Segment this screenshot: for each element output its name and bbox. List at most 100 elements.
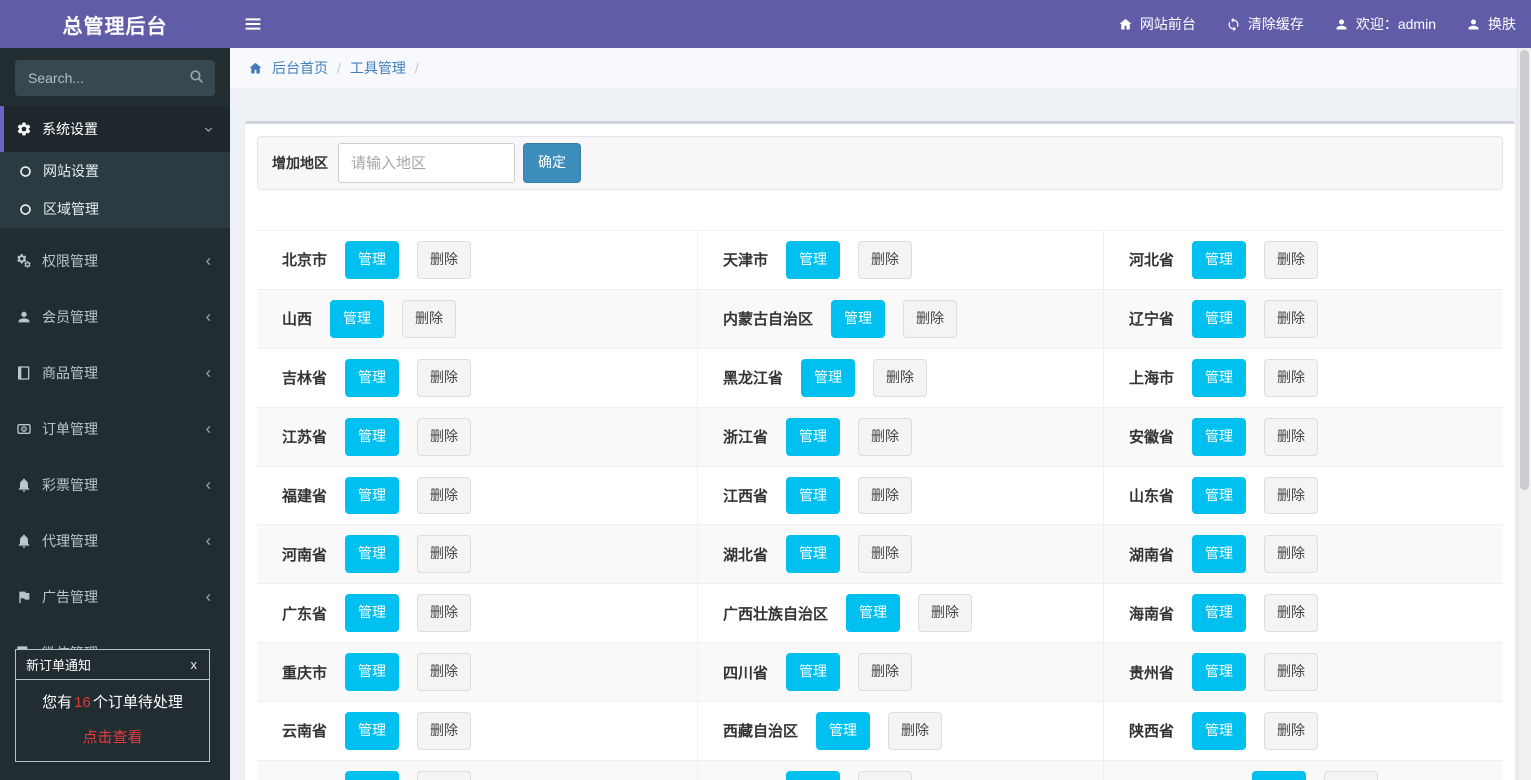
manage-button[interactable]: 管理 xyxy=(345,358,400,397)
delete-button[interactable]: 删除 xyxy=(417,535,472,574)
manage-button[interactable]: 管理 xyxy=(345,712,400,750)
delete-button[interactable]: 删除 xyxy=(417,417,472,456)
confirm-button[interactable]: 确定 xyxy=(523,143,581,183)
manage-button[interactable]: 管理 xyxy=(1192,417,1247,456)
scrollbar-thumb[interactable] xyxy=(1520,50,1529,490)
delete-button[interactable]: 删除 xyxy=(1264,594,1319,633)
submenu-item[interactable]: 区域管理 xyxy=(0,190,230,228)
manage-button[interactable]: 管理 xyxy=(345,653,400,691)
delete-button[interactable]: 删除 xyxy=(1264,241,1319,279)
sidebar-item-0[interactable]: 系统设置 xyxy=(0,106,230,152)
region-cell: 青海省管理删除 xyxy=(697,760,1103,780)
circle-o-icon xyxy=(18,202,33,217)
manage-button[interactable]: 管理 xyxy=(801,358,856,397)
page-scrollbar[interactable] xyxy=(1517,48,1531,780)
delete-button[interactable]: 删除 xyxy=(903,299,958,338)
sidebar-item-5[interactable]: 彩票管理 xyxy=(0,462,230,508)
manage-button[interactable]: 管理 xyxy=(816,712,871,750)
manage-button[interactable]: 管理 xyxy=(345,417,400,456)
navbar-item-0[interactable]: 网站前台 xyxy=(1103,0,1211,48)
manage-button[interactable]: 管理 xyxy=(1192,241,1247,279)
navbar-item-3[interactable]: 换肤 xyxy=(1451,0,1531,48)
notification-close-button[interactable]: x xyxy=(189,657,200,672)
delete-button[interactable]: 删除 xyxy=(858,476,913,515)
manage-button[interactable]: 管理 xyxy=(1192,535,1247,574)
manage-button[interactable]: 管理 xyxy=(1192,358,1247,397)
delete-button[interactable]: 删除 xyxy=(417,712,472,750)
delete-button[interactable]: 删除 xyxy=(1264,299,1319,338)
refresh-icon xyxy=(1226,17,1241,32)
manage-button[interactable]: 管理 xyxy=(1252,770,1307,780)
delete-button[interactable]: 删除 xyxy=(417,653,472,691)
delete-button[interactable]: 删除 xyxy=(858,535,913,574)
manage-button[interactable]: 管理 xyxy=(1192,653,1247,691)
delete-button[interactable]: 删除 xyxy=(918,594,973,633)
sidebar-item-2[interactable]: 会员管理 xyxy=(0,294,230,340)
delete-button[interactable]: 删除 xyxy=(402,299,457,338)
table-row: 吉林省 管理 删除 黑龙江省 管理 删除 上海市 管理 删除 xyxy=(257,348,1503,408)
region-input[interactable] xyxy=(338,143,515,183)
breadcrumb-link-home[interactable]: 后台首页 xyxy=(272,58,328,78)
manage-button[interactable]: 管理 xyxy=(786,241,841,279)
manage-button[interactable]: 管理 xyxy=(1192,476,1247,515)
navbar-item-1[interactable]: 清除缓存 xyxy=(1211,0,1319,48)
search-icon[interactable] xyxy=(188,68,205,85)
sidebar-item-4[interactable]: 1 订单管理 xyxy=(0,406,230,452)
search-input[interactable] xyxy=(15,60,215,96)
region-name: 重庆市 xyxy=(282,664,328,682)
sidebar-toggle-button[interactable] xyxy=(230,0,276,48)
manage-button[interactable]: 管理 xyxy=(330,299,385,338)
manage-button[interactable]: 管理 xyxy=(345,476,400,515)
manage-button[interactable]: 管理 xyxy=(345,594,400,633)
manage-button[interactable]: 管理 xyxy=(1192,712,1247,750)
manage-button[interactable]: 管理 xyxy=(786,476,841,515)
sidebar-item-6[interactable]: 代理管理 xyxy=(0,518,230,564)
delete-button[interactable]: 删除 xyxy=(417,770,472,780)
region-name: 湖北省 xyxy=(723,546,769,564)
delete-button[interactable]: 删除 xyxy=(1264,476,1319,515)
sidebar-item-label: 会员管理 xyxy=(42,309,98,325)
manage-button[interactable]: 管理 xyxy=(831,299,886,338)
delete-button[interactable]: 删除 xyxy=(417,476,472,515)
delete-button[interactable]: 删除 xyxy=(1264,417,1319,456)
manage-button[interactable]: 管理 xyxy=(1192,594,1247,633)
breadcrumb-link-tools[interactable]: 工具管理 xyxy=(350,58,406,78)
manage-button[interactable]: 管理 xyxy=(786,770,841,780)
delete-button[interactable]: 删除 xyxy=(417,358,472,397)
manage-button[interactable]: 管理 xyxy=(345,241,400,279)
notification-view-link[interactable]: 点击查看 xyxy=(22,726,203,747)
delete-button[interactable]: 删除 xyxy=(858,417,913,456)
sidebar-item-7[interactable]: 广告管理 xyxy=(0,574,230,620)
navbar-item-2[interactable]: 欢迎：admin xyxy=(1319,0,1451,48)
delete-button[interactable]: 删除 xyxy=(858,653,913,691)
order-icon: 1 xyxy=(16,421,32,437)
circle-o-icon xyxy=(18,164,33,179)
delete-button[interactable]: 删除 xyxy=(417,594,472,633)
delete-button[interactable]: 删除 xyxy=(1264,653,1319,691)
manage-button[interactable]: 管理 xyxy=(846,594,901,633)
top-navbar: 总管理后台 网站前台 清除缓存 欢迎：admin 换肤 xyxy=(0,0,1531,48)
sidebar-submenu: 网站设置 区域管理 xyxy=(0,152,230,228)
delete-button[interactable]: 删除 xyxy=(858,770,913,780)
manage-button[interactable]: 管理 xyxy=(345,770,400,780)
sidebar-item-3[interactable]: 商品管理 xyxy=(0,350,230,396)
delete-button[interactable]: 删除 xyxy=(1264,535,1319,574)
delete-button[interactable]: 删除 xyxy=(873,358,928,397)
submenu-item[interactable]: 网站设置 xyxy=(0,152,230,190)
region-name: 浙江省 xyxy=(723,429,769,447)
delete-button[interactable]: 删除 xyxy=(417,241,472,279)
sidebar-item-label: 广告管理 xyxy=(42,589,98,605)
manage-button[interactable]: 管理 xyxy=(786,417,841,456)
manage-button[interactable]: 管理 xyxy=(786,535,841,574)
manage-button[interactable]: 管理 xyxy=(786,653,841,691)
manage-button[interactable]: 管理 xyxy=(345,535,400,574)
table-row: 河南省 管理 删除 湖北省 管理 删除 湖南省 管理 删除 xyxy=(257,525,1503,585)
delete-button[interactable]: 删除 xyxy=(1264,712,1319,750)
sidebar-item-1[interactable]: 权限管理 xyxy=(0,238,230,284)
delete-button[interactable]: 删除 xyxy=(888,712,943,750)
delete-button[interactable]: 删除 xyxy=(1324,770,1379,780)
delete-button[interactable]: 删除 xyxy=(1264,358,1319,397)
table-row: 北京市 管理 删除 天津市 管理 删除 河北省 管理 删除 xyxy=(257,231,1503,290)
manage-button[interactable]: 管理 xyxy=(1192,299,1247,338)
delete-button[interactable]: 删除 xyxy=(858,241,913,279)
